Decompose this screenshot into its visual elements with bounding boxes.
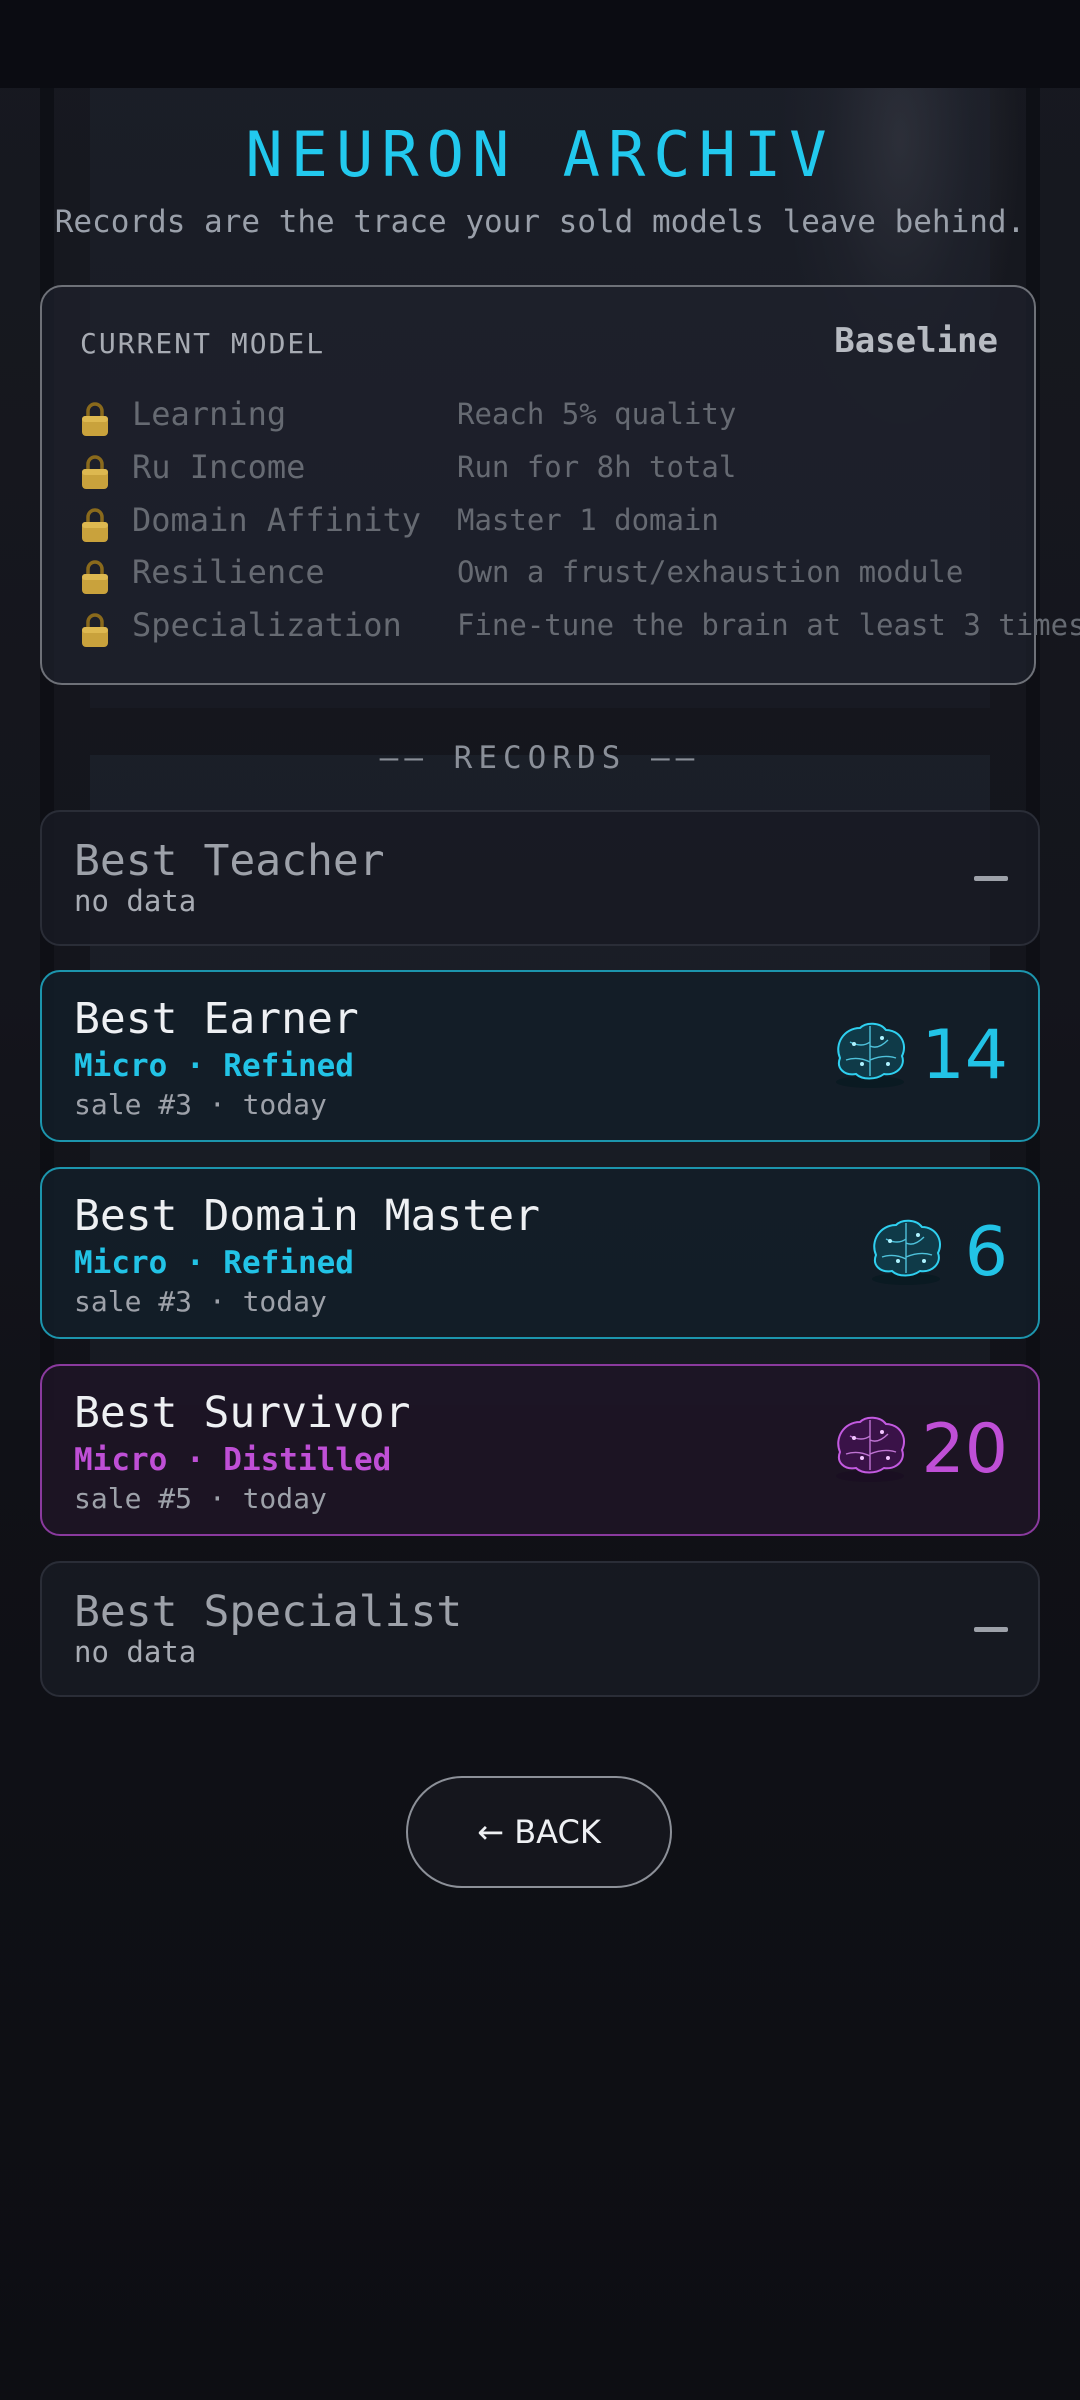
- record-card-best-domain-master[interactable]: Best Domain Master Micro · Refined sale …: [40, 1167, 1040, 1339]
- lock-icon: [82, 613, 108, 647]
- record-title: Best Survivor: [74, 1388, 411, 1438]
- record-title: Best Specialist: [74, 1587, 463, 1637]
- unlock-row: Specialization Fine-tune the brain at le…: [80, 606, 1080, 650]
- unlock-row: Resilience Own a frust/exhaustion module: [80, 553, 1000, 597]
- unlock-name: Learning: [132, 395, 287, 433]
- record-title: Best Domain Master: [74, 1191, 540, 1241]
- current-model-value: Baseline: [834, 321, 998, 361]
- record-subtitle: no data: [74, 884, 197, 918]
- record-meta: sale #3 · today: [74, 1285, 327, 1318]
- current-model-card: CURRENT MODEL Baseline Learning Reach 5%…: [40, 285, 1080, 685]
- record-meta: sale #5 · today: [74, 1482, 327, 1515]
- unlock-row: Learning Reach 5% quality: [80, 395, 1000, 439]
- unlock-name: Resilience: [132, 553, 325, 591]
- record-model: Micro · Refined: [74, 1048, 354, 1084]
- page-subtitle: Records are the trace your sold models l…: [54, 204, 1026, 240]
- record-card-best-teacher[interactable]: Best Teacher no data: [40, 810, 1040, 946]
- record-model: Micro · Distilled: [74, 1442, 392, 1478]
- unlock-requirement: Fine-tune the brain at least 3 times: [457, 608, 1080, 642]
- brain-icon: [836, 1022, 905, 1088]
- brain-icon: [872, 1219, 941, 1285]
- brain-icon: [836, 1416, 905, 1482]
- lock-icon: [82, 455, 108, 489]
- record-title: Best Earner: [74, 994, 359, 1044]
- unlock-name: Specialization: [132, 606, 402, 644]
- unlock-requirement: Master 1 domain: [457, 503, 719, 537]
- back-button[interactable]: ← BACK: [406, 1776, 672, 1888]
- record-score: 14: [921, 1016, 1008, 1095]
- unlock-name: Domain Affinity: [132, 501, 421, 539]
- records-header: —— RECORDS ——: [379, 740, 701, 776]
- record-card-best-specialist[interactable]: Best Specialist no data: [40, 1561, 1040, 1697]
- record-score: 6: [964, 1213, 1008, 1292]
- unlock-row: Ru Income Run for 8h total: [80, 448, 1000, 492]
- page-title: NEURON ARCHIV: [245, 118, 835, 191]
- lock-icon: [82, 402, 108, 436]
- unlock-requirement: Own a frust/exhaustion module: [457, 555, 964, 589]
- record-card-best-earner[interactable]: Best Earner Micro · Refined sale #3 · to…: [40, 970, 1040, 1142]
- record-score: 20: [921, 1410, 1008, 1489]
- dash-icon: [974, 1627, 1008, 1632]
- lock-icon: [82, 508, 108, 542]
- unlock-row: Domain Affinity Master 1 domain: [80, 501, 1000, 545]
- dash-icon: [974, 876, 1008, 881]
- record-model: Micro · Refined: [74, 1245, 354, 1281]
- unlock-requirement: Run for 8h total: [457, 450, 737, 484]
- record-title: Best Teacher: [74, 836, 385, 886]
- record-card-best-survivor[interactable]: Best Survivor Micro · Distilled sale #5 …: [40, 1364, 1040, 1536]
- unlock-name: Ru Income: [132, 448, 306, 486]
- record-meta: sale #3 · today: [74, 1088, 327, 1121]
- record-subtitle: no data: [74, 1635, 197, 1669]
- current-model-label: CURRENT MODEL: [80, 327, 326, 360]
- unlock-requirement: Reach 5% quality: [457, 397, 737, 431]
- lock-icon: [82, 560, 108, 594]
- status-bar: [0, 0, 1080, 88]
